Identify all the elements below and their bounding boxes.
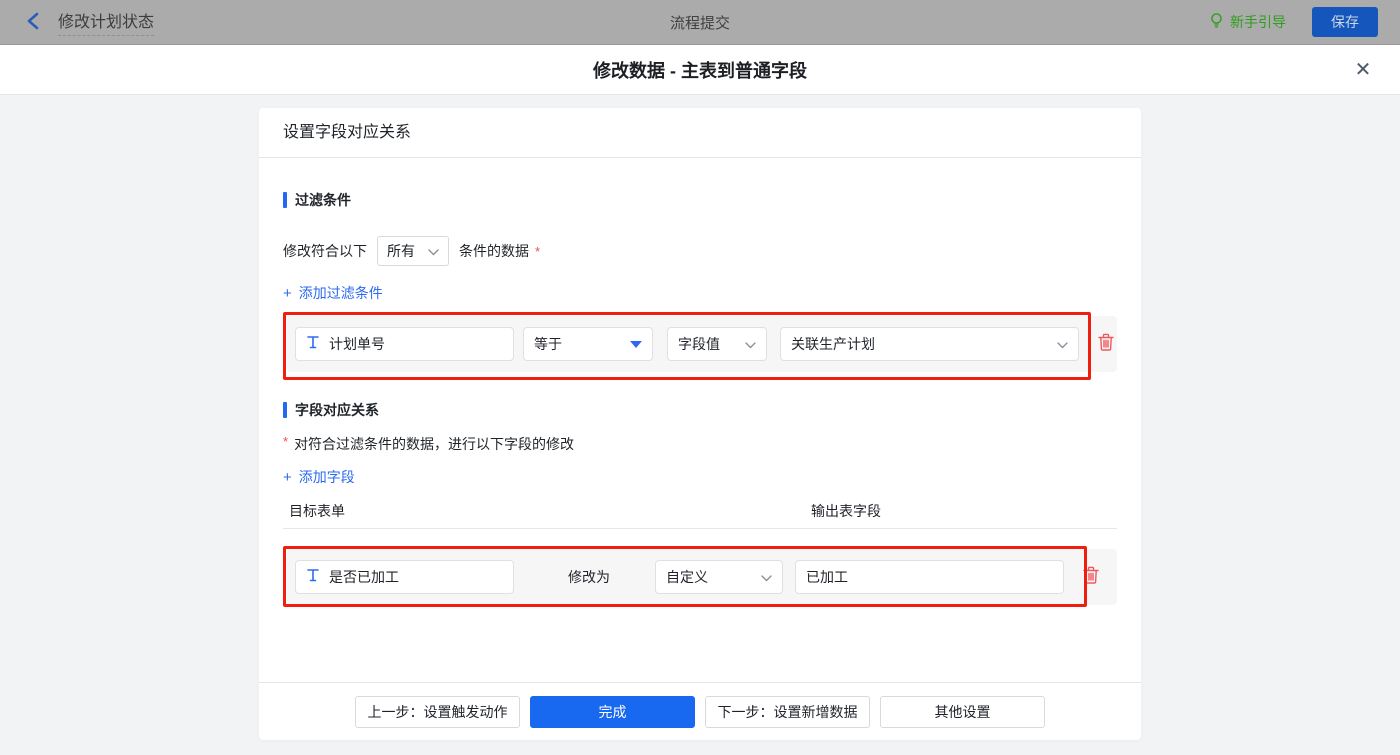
required-mark: * [283,434,289,449]
lightbulb-icon [1209,12,1224,32]
prev-step-button[interactable]: 上一步：设置触发动作 [355,695,520,728]
filter-section-title: 过滤条件 [283,190,1117,210]
filter-field-input[interactable]: 计划单号 [295,327,514,361]
filter-section-label: 过滤条件 [295,192,351,208]
value-type-value: 字段值 [678,336,720,352]
mapping-section-label: 字段对应关系 [295,402,379,418]
mapping-description-text: 对符合过滤条件的数据，进行以下字段的修改 [294,436,575,452]
panel-footer: 上一步：设置触发动作 完成 下一步：设置新增数据 其他设置 [259,682,1141,740]
match-suffix-text: 条件的数据 [459,243,529,259]
chevron-down-icon [1057,336,1068,352]
required-mark: * [535,243,541,259]
chevron-down-icon [428,243,439,259]
mapping-row-wrap: 是否已加工 修改为 自定义 已加工 [283,546,1117,607]
chevron-left-icon [26,12,40,33]
trash-icon [1082,566,1100,588]
target-form-column-header: 目标表单 [289,503,345,519]
custom-value-input[interactable]: 已加工 [795,560,1064,594]
done-button[interactable]: 完成 [530,695,695,728]
modify-method-select[interactable]: 自定义 [655,560,783,594]
caret-down-icon [630,340,642,348]
plus-icon: + [283,284,292,302]
back-button[interactable] [22,11,44,33]
mapping-column-headers: 目标表单 输出表字段 [283,501,1117,529]
chevron-down-icon [761,569,772,585]
output-field-column-header: 输出表字段 [811,503,881,519]
target-field-input[interactable]: 是否已加工 [295,560,514,594]
chevron-down-icon [745,336,756,352]
other-settings-button[interactable]: 其他设置 [880,695,1045,728]
match-prefix-text: 修改符合以下 [283,243,367,259]
target-field-value: 是否已加工 [329,569,399,585]
section-accent-bar [283,192,287,208]
close-icon[interactable]: ✕ [1350,57,1376,83]
panel-spacer [259,605,1141,682]
operator-select[interactable]: 等于 [523,327,653,361]
modify-to-label: 修改为 [568,569,610,585]
filter-row-wrap: 计划单号 等于 字段值 关联生产计划 [283,312,1117,380]
top-bar-right: 新手引导 保存 [1209,7,1378,37]
plus-icon: + [283,468,292,486]
page-title: 流程提交 [669,14,730,32]
filter-field-value: 计划单号 [329,336,385,352]
add-field-link[interactable]: + 添加字段 [283,467,355,487]
top-bar: 修改计划状态 流程提交 新手引导 保存 [0,0,1400,45]
text-field-icon [306,335,320,353]
modal-title: 修改数据 - 主表到普通字段 [593,60,807,81]
filter-match-line: 修改符合以下 所有 条件的数据 * [283,236,1117,266]
mapping-description-line: * 对符合过滤条件的数据，进行以下字段的修改 [283,434,1117,454]
mapping-section-title: 字段对应关系 [283,400,1117,420]
mapping-row: 是否已加工 修改为 自定义 已加工 [287,549,1117,605]
custom-value: 已加工 [806,569,848,585]
compare-value-select[interactable]: 关联生产计划 [780,327,1079,361]
modal-header: 修改数据 - 主表到普通字段 ✕ [0,45,1400,95]
add-filter-condition-link[interactable]: + 添加过滤条件 [283,283,383,303]
add-field-label: 添加字段 [298,469,355,485]
modal-body: 设置字段对应关系 过滤条件 修改符合以下 所有 条件的数据 * + 添加过滤条件… [0,95,1400,755]
modify-method-value: 自定义 [666,569,708,585]
section-accent-bar [283,402,287,418]
add-filter-condition-label: 添加过滤条件 [298,285,383,301]
save-button[interactable]: 保存 [1312,7,1378,37]
value-type-select[interactable]: 字段值 [667,327,767,361]
delete-mapping-row-button[interactable] [1080,566,1102,588]
text-field-icon [306,568,320,586]
panel-content: 过滤条件 修改符合以下 所有 条件的数据 * + 添加过滤条件 计划单号 等于 … [259,158,1141,607]
next-step-button[interactable]: 下一步：设置新增数据 [705,695,870,728]
panel-header-title: 设置字段对应关系 [259,108,1141,158]
match-mode-value: 所有 [387,243,415,259]
operator-value: 等于 [534,336,562,352]
trash-icon [1097,333,1115,355]
top-bar-left: 修改计划状态 [22,8,155,36]
beginner-guide-button[interactable]: 新手引导 [1209,12,1286,32]
field-mapping-panel: 设置字段对应关系 过滤条件 修改符合以下 所有 条件的数据 * + 添加过滤条件… [259,108,1141,740]
filter-condition-row: 计划单号 等于 字段值 关联生产计划 [287,316,1117,372]
beginner-guide-label: 新手引导 [1230,14,1286,30]
match-mode-select[interactable]: 所有 [377,236,449,266]
delete-filter-row-button[interactable] [1095,333,1117,355]
workflow-node-title[interactable]: 修改计划状态 [58,8,155,36]
compare-value: 关联生产计划 [791,336,875,352]
